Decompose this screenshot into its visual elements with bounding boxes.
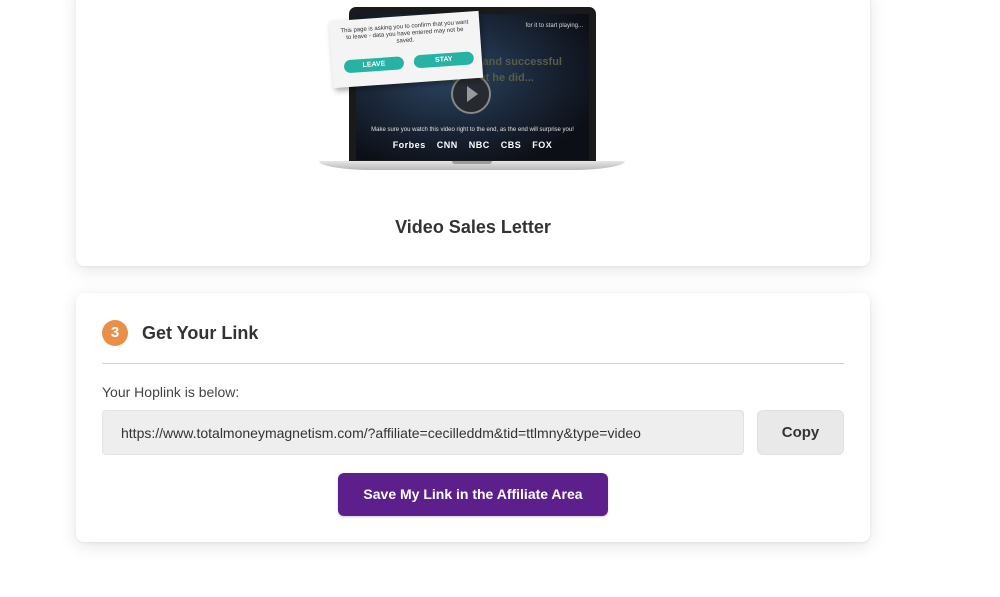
cbs-logo: CBS xyxy=(500,140,522,150)
hoplink-field[interactable] xyxy=(102,410,744,455)
save-link-button[interactable]: Save My Link in the Affiliate Area xyxy=(338,473,608,516)
laptop-notch xyxy=(452,161,492,164)
copy-button[interactable]: Copy xyxy=(757,410,844,455)
nbc-logo: NBC xyxy=(468,140,490,150)
get-link-card: 3 Get Your Link Your Hoplink is below: C… xyxy=(76,293,870,542)
dialog-stay-button: STAY xyxy=(413,51,475,69)
leave-page-dialog: This page is asking you to confirm that … xyxy=(328,10,484,89)
forbes-logo: Forbes xyxy=(392,140,426,150)
section-divider xyxy=(102,363,844,364)
vsl-card: for it to start playing... ...ey to it .… xyxy=(76,0,870,266)
media-logos: Forbes CNN NBC CBS FOX xyxy=(356,140,589,150)
fox-logo: FOX xyxy=(532,140,553,150)
screen-top-text: for it to start playing... xyxy=(525,23,583,29)
step-number-badge: 3 xyxy=(102,320,128,346)
dialog-leave-button: LEAVE xyxy=(343,56,405,74)
section-title: Get Your Link xyxy=(142,323,259,343)
video-note: Make sure you watch this video right to … xyxy=(371,127,574,133)
cnn-logo: CNN xyxy=(436,140,458,150)
dialog-message: This page is asking you to confirm that … xyxy=(340,19,469,45)
play-icon xyxy=(451,74,491,114)
vsl-caption: Video Sales Letter xyxy=(395,217,551,237)
laptop-mockup-image: for it to start playing... ...ey to it .… xyxy=(319,7,625,177)
hoplink-label: Your Hoplink is below: xyxy=(102,384,240,400)
